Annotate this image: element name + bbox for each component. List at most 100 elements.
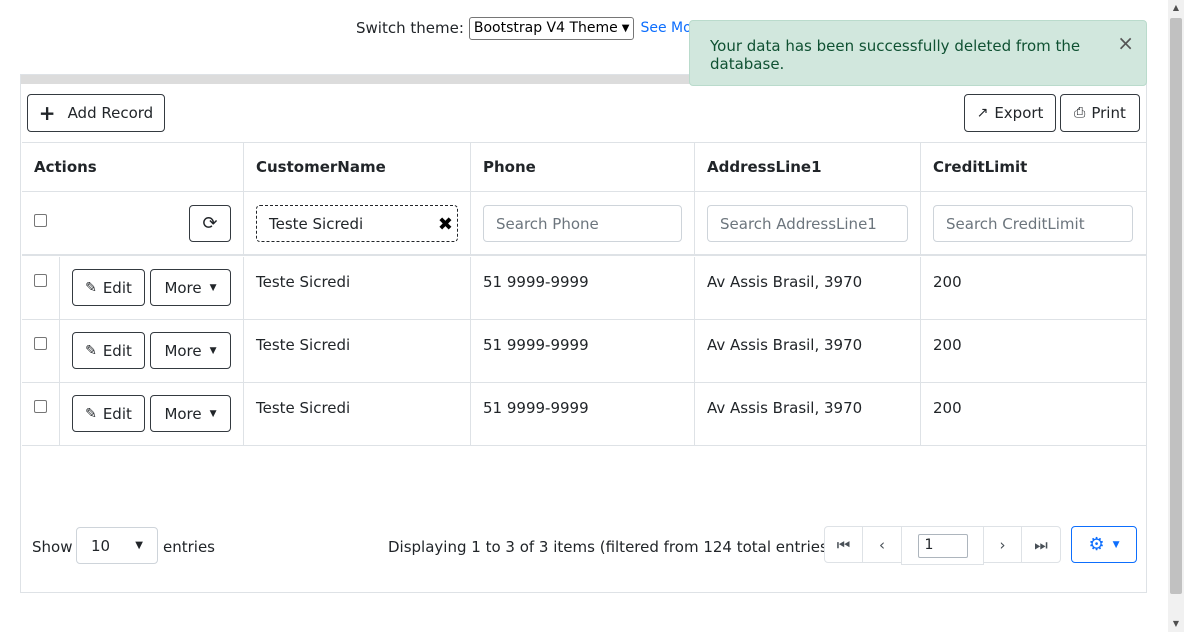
row-actions-cell: ✎ Edit More ▼ [60, 383, 244, 445]
credit-limit-search-input[interactable]: Search CreditLimit [933, 205, 1133, 242]
chevron-right-icon: › [999, 535, 1006, 554]
more-label: More [164, 341, 202, 360]
address-text: Av Assis Brasil, 3970 [707, 273, 863, 291]
row-checkbox[interactable] [34, 400, 47, 413]
row-checkbox[interactable] [34, 337, 47, 350]
phone-text: 51 9999-9999 [483, 273, 589, 291]
credit-limit-text: 200 [933, 336, 962, 354]
caret-down-icon: ▼ [209, 345, 217, 356]
customer-name-text: Teste Sicredi [256, 399, 351, 417]
caret-down-icon: ▼ [209, 282, 217, 293]
cell-credit-limit: 200 [921, 383, 1146, 445]
customer-name-search-input[interactable]: Teste Sicredi ✖ [256, 205, 458, 242]
filter-phone-cell: Search Phone [471, 192, 695, 254]
pencil-icon: ✎ [85, 342, 97, 359]
chevron-down-icon: ▼ [621, 22, 630, 34]
clear-icon[interactable]: ✖ [438, 214, 453, 235]
next-page-button[interactable]: › [983, 526, 1022, 563]
filter-customer-cell: Teste Sicredi ✖ [244, 192, 471, 254]
add-record-label: Add Record [67, 104, 154, 122]
more-dropdown-button[interactable]: More ▼ [150, 332, 231, 369]
more-label: More [164, 404, 202, 423]
cell-customer-name: Teste Sicredi [244, 383, 471, 445]
filter-row: ⟳ Teste Sicredi ✖ Search Phone Search Ad… [22, 192, 1146, 256]
first-page-icon: ⏮ [836, 535, 851, 554]
header-phone[interactable]: Phone [471, 143, 695, 191]
caret-down-icon: ▼ [1112, 539, 1120, 550]
table-row: ✎ Edit More ▼ Teste Sicredi 51 9999-9999… [22, 257, 1146, 320]
customer-name-search-value: Teste Sicredi [269, 214, 364, 233]
export-button[interactable]: ↗ Export [964, 94, 1056, 132]
chevron-left-icon: ‹ [879, 535, 885, 554]
scrollbar-thumb[interactable] [1170, 18, 1182, 594]
row-actions-cell: ✎ Edit More ▼ [60, 320, 244, 382]
settings-dropdown-button[interactable]: ⚙ ▼ [1071, 526, 1137, 563]
data-grid: + Add Record ↗ Export ⎙ Print Actions Cu… [20, 74, 1147, 593]
phone-search-input[interactable]: Search Phone [483, 205, 682, 242]
previous-page-button[interactable]: ‹ [862, 526, 902, 563]
last-page-icon: ⏭ [1034, 535, 1048, 554]
page-scrollbar[interactable]: ▲ ▼ [1168, 0, 1184, 632]
success-toast: Your data has been successfully deleted … [689, 20, 1147, 86]
chevron-down-icon: ▼ [135, 540, 143, 551]
edit-label: Edit [102, 404, 132, 423]
edit-button[interactable]: ✎ Edit [72, 269, 145, 306]
plus-icon: + [38, 101, 56, 125]
print-label: Print [1091, 104, 1126, 122]
cell-customer-name: Teste Sicredi [244, 320, 471, 382]
scroll-up-icon[interactable]: ▲ [1168, 0, 1184, 16]
entries-per-page-value: 10 [91, 536, 111, 555]
row-checkbox[interactable] [34, 274, 47, 287]
more-dropdown-button[interactable]: More ▼ [150, 269, 231, 306]
cell-address: Av Assis Brasil, 3970 [695, 257, 921, 319]
select-all-checkbox[interactable] [34, 214, 47, 227]
edit-label: Edit [102, 341, 132, 360]
theme-select-value: Bootstrap V4 Theme [473, 20, 618, 36]
cell-phone: 51 9999-9999 [471, 320, 695, 382]
cell-credit-limit: 200 [921, 320, 1146, 382]
theme-select[interactable]: Bootstrap V4 Theme ▼ [468, 16, 635, 40]
header-actions: Actions [22, 143, 244, 191]
header-address-line1[interactable]: AddressLine1 [695, 143, 921, 191]
cell-address: Av Assis Brasil, 3970 [695, 383, 921, 445]
phone-text: 51 9999-9999 [483, 336, 589, 354]
theme-switcher: Switch theme: Bootstrap V4 Theme ▼ See M… [356, 16, 706, 40]
filter-address-cell: Search AddressLine1 [695, 192, 921, 254]
row-checkbox-cell [22, 383, 60, 445]
page-number-input[interactable]: 1 [917, 533, 968, 558]
grid-footer: Show 10 ▼ entries Displaying 1 to 3 of 3… [22, 515, 1146, 575]
entries-per-page-select[interactable]: 10 ▼ [76, 527, 158, 564]
cell-customer-name: Teste Sicredi [244, 257, 471, 319]
customer-name-text: Teste Sicredi [256, 273, 351, 291]
add-record-button[interactable]: + Add Record [27, 94, 165, 132]
last-page-button[interactable]: ⏭ [1021, 526, 1061, 563]
export-icon: ↗ [976, 105, 989, 121]
show-label: Show [32, 538, 73, 556]
close-icon[interactable]: × [1117, 31, 1134, 55]
gear-icon: ⚙ [1088, 534, 1105, 555]
cell-address: Av Assis Brasil, 3970 [695, 320, 921, 382]
customer-name-text: Teste Sicredi [256, 336, 351, 354]
credit-limit-text: 200 [933, 399, 962, 417]
export-label: Export [994, 104, 1044, 122]
theme-label: Switch theme: [356, 19, 464, 37]
edit-button[interactable]: ✎ Edit [72, 332, 145, 369]
toast-message: Your data has been successfully deleted … [710, 37, 1081, 73]
print-button[interactable]: ⎙ Print [1060, 94, 1140, 132]
first-page-button[interactable]: ⏮ [824, 526, 863, 563]
row-checkbox-cell [22, 257, 60, 319]
cell-credit-limit: 200 [921, 257, 1146, 319]
header-credit-limit[interactable]: CreditLimit [921, 143, 1146, 191]
pencil-icon: ✎ [85, 279, 97, 296]
cell-phone: 51 9999-9999 [471, 383, 695, 445]
printer-icon: ⎙ [1074, 105, 1086, 121]
more-dropdown-button[interactable]: More ▼ [150, 395, 231, 432]
address-text: Av Assis Brasil, 3970 [707, 399, 863, 417]
address-text: Av Assis Brasil, 3970 [707, 336, 863, 354]
edit-button[interactable]: ✎ Edit [72, 395, 145, 432]
scroll-down-icon[interactable]: ▼ [1168, 616, 1184, 632]
entries-label: entries [163, 538, 215, 556]
header-customer-name[interactable]: CustomerName [244, 143, 471, 191]
refresh-button[interactable]: ⟳ [189, 205, 231, 242]
address-search-input[interactable]: Search AddressLine1 [707, 205, 908, 242]
